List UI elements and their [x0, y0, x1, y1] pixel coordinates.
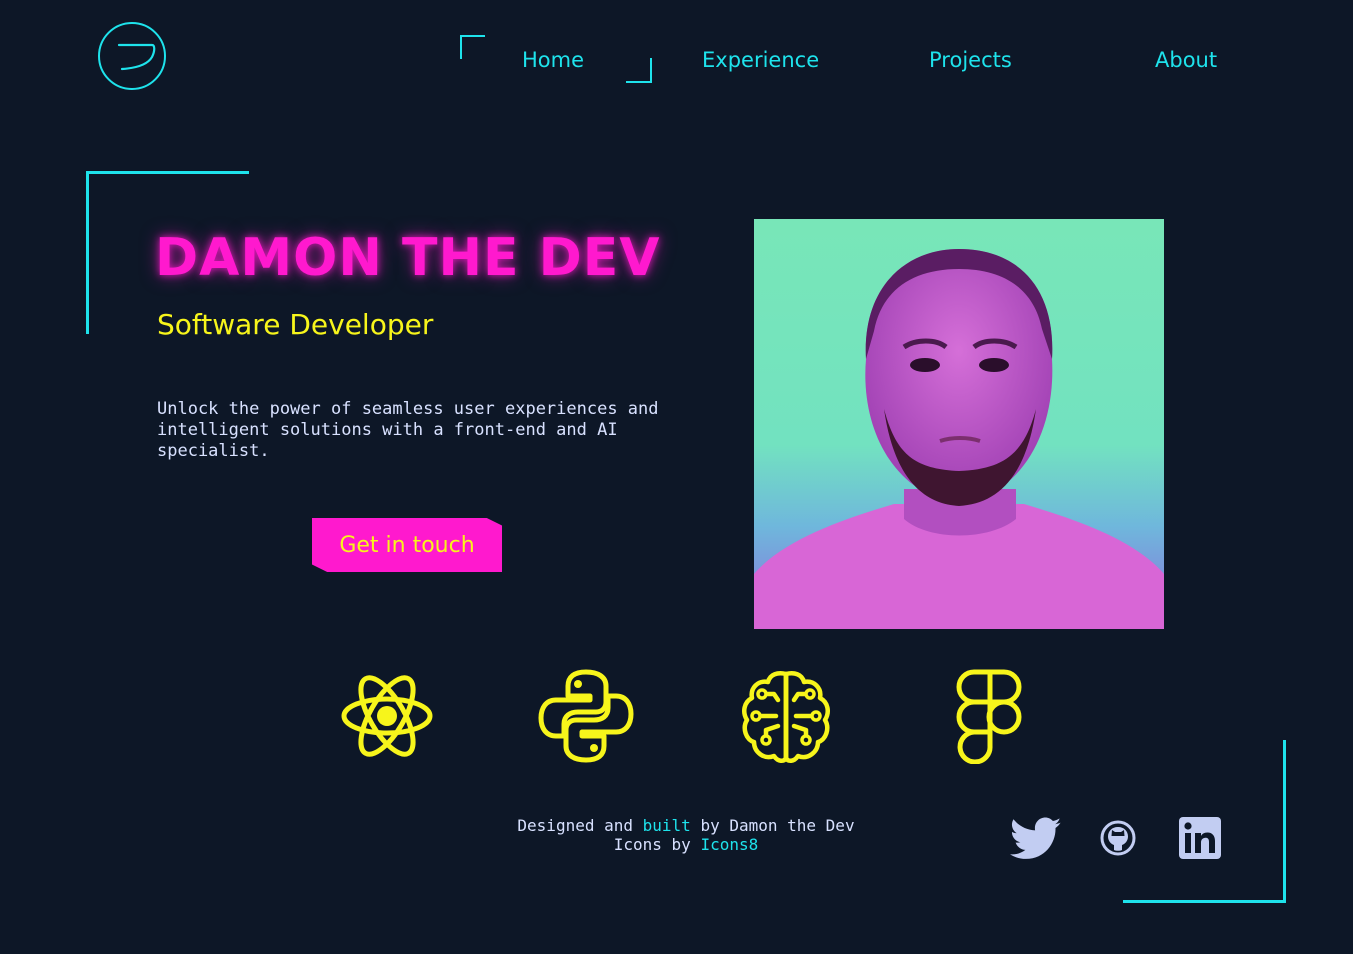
- footer-line-1: Designed and built by Damon the Dev: [470, 816, 902, 835]
- icons8-link[interactable]: Icons8: [700, 835, 758, 854]
- hero-subtitle: Software Developer: [157, 308, 434, 341]
- footer-line-2: Icons by Icons8: [470, 835, 902, 854]
- figma-icon: [956, 669, 1022, 764]
- twitter-icon[interactable]: [1010, 817, 1062, 861]
- hero-description: Unlock the power of seamless user experi…: [157, 399, 659, 461]
- linkedin-icon[interactable]: [1179, 817, 1221, 859]
- nav-about[interactable]: About: [1155, 44, 1217, 76]
- portrait-image: [754, 219, 1164, 629]
- nav-projects[interactable]: Projects: [929, 44, 1012, 76]
- nav-active-corner-bottom: [626, 58, 652, 83]
- nav-home[interactable]: Home: [522, 44, 584, 76]
- footer-line1-prefix: Designed and: [517, 816, 643, 835]
- python-icon: [538, 669, 634, 763]
- footer-line1-suffix: by Damon the Dev: [690, 816, 855, 835]
- built-link[interactable]: built: [643, 816, 691, 835]
- logo-circle-icon[interactable]: [97, 21, 167, 91]
- react-icon: [341, 675, 433, 757]
- github-icon[interactable]: [1100, 820, 1136, 856]
- footer-credits: Designed and built by Damon the Dev Icon…: [470, 816, 902, 854]
- get-in-touch-button[interactable]: Get in touch: [312, 518, 502, 572]
- footer-line2-prefix: Icons by: [613, 835, 701, 854]
- ai-brain-icon: [742, 671, 830, 763]
- nav-active-corner-top: [460, 35, 485, 59]
- hero-title: DAMON THE DEV: [155, 228, 661, 288]
- nav-experience[interactable]: Experience: [702, 44, 819, 76]
